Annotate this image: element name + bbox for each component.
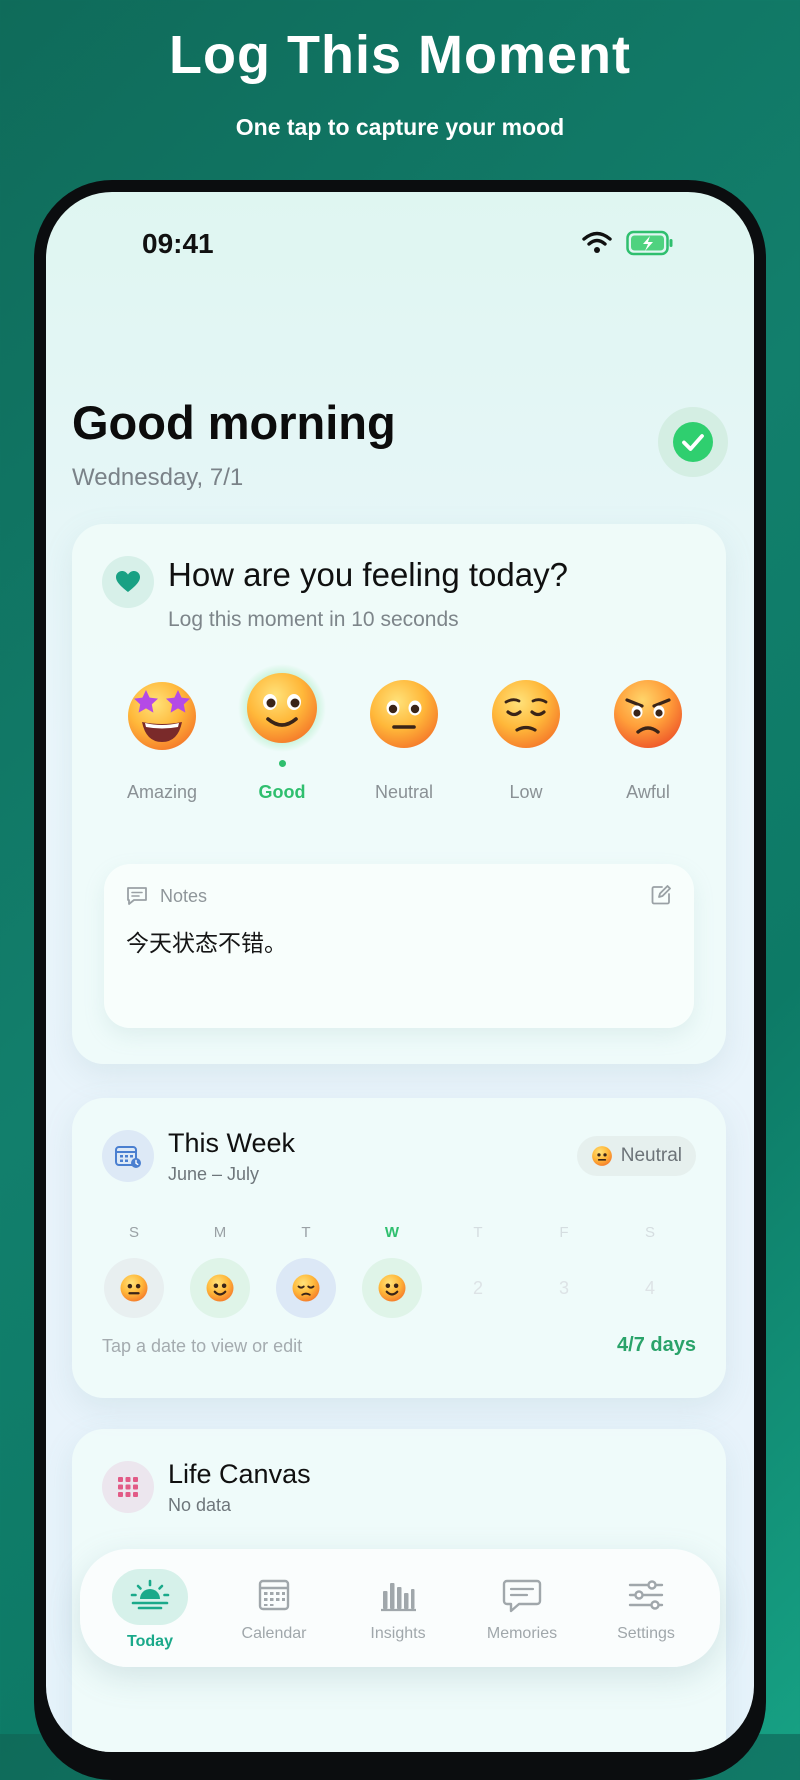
mood-label-amazing: Amazing [126,782,198,802]
sunrise-icon [130,1579,170,1610]
tab-label: Insights [370,1625,426,1642]
canvas-title: Life Canvas [168,1459,311,1489]
canvas-badge [102,1461,154,1513]
comment-icon [127,887,147,905]
day-saturday[interactable]: S 4 [618,1224,682,1318]
tab-insights[interactable]: Insights [336,1549,460,1667]
week-logged-count: 4/7 days [617,1334,696,1356]
notes-label: Notes [160,886,208,906]
mood-card: How are you feeling today? Log this mome… [72,524,726,1064]
app-screen: 09:41 Good morning Wednesday, 7/1 How ar… [46,192,754,1752]
day-mood-cell [190,1258,250,1318]
date-label: Wednesday, 7/1 [72,464,244,491]
mood-subtitle: Log this moment in 10 seconds [168,608,459,631]
neutral-face-icon [591,1146,612,1166]
mood-option-low[interactable]: Low [466,672,586,802]
star-struck-face-icon [128,682,196,750]
wifi-icon [582,231,612,253]
tab-settings[interactable]: Settings [584,1549,708,1667]
selected-indicator [279,760,286,767]
day-letter: S [128,1224,139,1241]
week-card: This Week June – July Neutral S M T W T … [72,1098,726,1398]
smiling-face-icon [206,1274,234,1302]
day-thursday[interactable]: T 2 [446,1224,510,1318]
week-badge-icon [102,1130,154,1182]
day-wednesday[interactable]: W [360,1224,424,1318]
tab-bar: Today Calendar Insights Memories Setting… [80,1549,720,1667]
greeting-title: Good morning [72,396,396,449]
tab-label: Settings [617,1625,675,1642]
speech-bubble-icon [502,1579,542,1613]
day-number: 2 [472,1277,483,1298]
tab-memories[interactable]: Memories [460,1549,584,1667]
day-sunday[interactable]: S [102,1224,166,1318]
checkmark-icon [673,422,713,462]
tab-calendar[interactable]: Calendar [212,1549,336,1667]
week-mood-badge: Neutral [576,1136,696,1176]
logged-check-button[interactable] [658,407,728,477]
day-number: 3 [558,1277,569,1298]
smiling-face-icon [378,1274,406,1302]
day-empty-cell: 4 [620,1258,680,1318]
notes-text: 今天状态不错。 [126,930,287,956]
tab-label: Memories [486,1625,558,1642]
mood-option-awful[interactable]: Awful [588,672,708,802]
heart-icon [116,571,140,592]
mood-question: How are you feeling today? [168,556,568,593]
day-friday[interactable]: F 3 [532,1224,596,1318]
mood-label-awful: Awful [626,782,670,802]
promo-subhead: One tap to capture your mood [235,114,565,140]
mood-option-neutral[interactable]: Neutral [344,672,464,802]
day-letter-today: W [384,1224,400,1241]
day-mood-cell [276,1258,336,1318]
day-mood-cell [104,1258,164,1318]
tab-today[interactable]: Today [88,1549,212,1667]
week-range: June – July [168,1164,260,1184]
sliders-icon [628,1580,664,1610]
day-mood-cell [362,1258,422,1318]
heart-badge [102,556,154,608]
week-title: This Week [168,1128,296,1158]
status-icons [582,230,674,256]
notes-field[interactable]: Notes 今天状态不错。 [104,864,694,1028]
grid-icon [118,1477,138,1497]
day-number: 4 [644,1277,655,1298]
tab-label: Today [127,1633,173,1650]
edit-icon[interactable] [650,884,672,906]
day-letter: F [559,1224,569,1241]
canvas-subtitle: No data [168,1495,232,1515]
tab-label: Calendar [241,1625,307,1642]
day-empty-cell: 2 [448,1258,508,1318]
day-empty-cell: 3 [534,1258,594,1318]
status-time: 09:41 [142,228,214,259]
mood-label-neutral: Neutral [374,782,434,802]
smiling-face-icon [238,664,326,752]
pensive-face-icon [292,1274,320,1302]
battery-charging-icon [626,230,673,256]
pensive-face-icon [492,680,560,748]
week-mood-badge-label: Neutral [620,1145,682,1166]
week-hint: Tap a date to view or edit [102,1336,303,1356]
day-letter: M [213,1224,227,1241]
angry-face-icon [614,680,682,748]
mood-label-low: Low [509,782,543,802]
mood-label-good: Good [258,782,306,802]
neutral-face-icon [370,680,438,748]
day-letter: T [301,1224,311,1241]
mood-picker: Amazing Good Neutral Low Awful [72,664,726,812]
day-tuesday[interactable]: T [274,1224,338,1318]
promo-headline: Log This Moment [169,25,631,85]
day-letter: T [473,1224,483,1241]
mood-option-good[interactable]: Good [222,664,342,802]
calendar-icon [115,1146,141,1168]
mood-option-amazing[interactable]: Amazing [102,672,222,802]
neutral-face-icon [120,1274,148,1302]
bar-chart-icon [381,1583,416,1612]
day-letter: S [644,1224,655,1241]
calendar-icon [258,1579,290,1611]
week-day-strip: S M T W T 2 F 3 S 4 [102,1224,702,1324]
day-monday[interactable]: M [188,1224,252,1318]
